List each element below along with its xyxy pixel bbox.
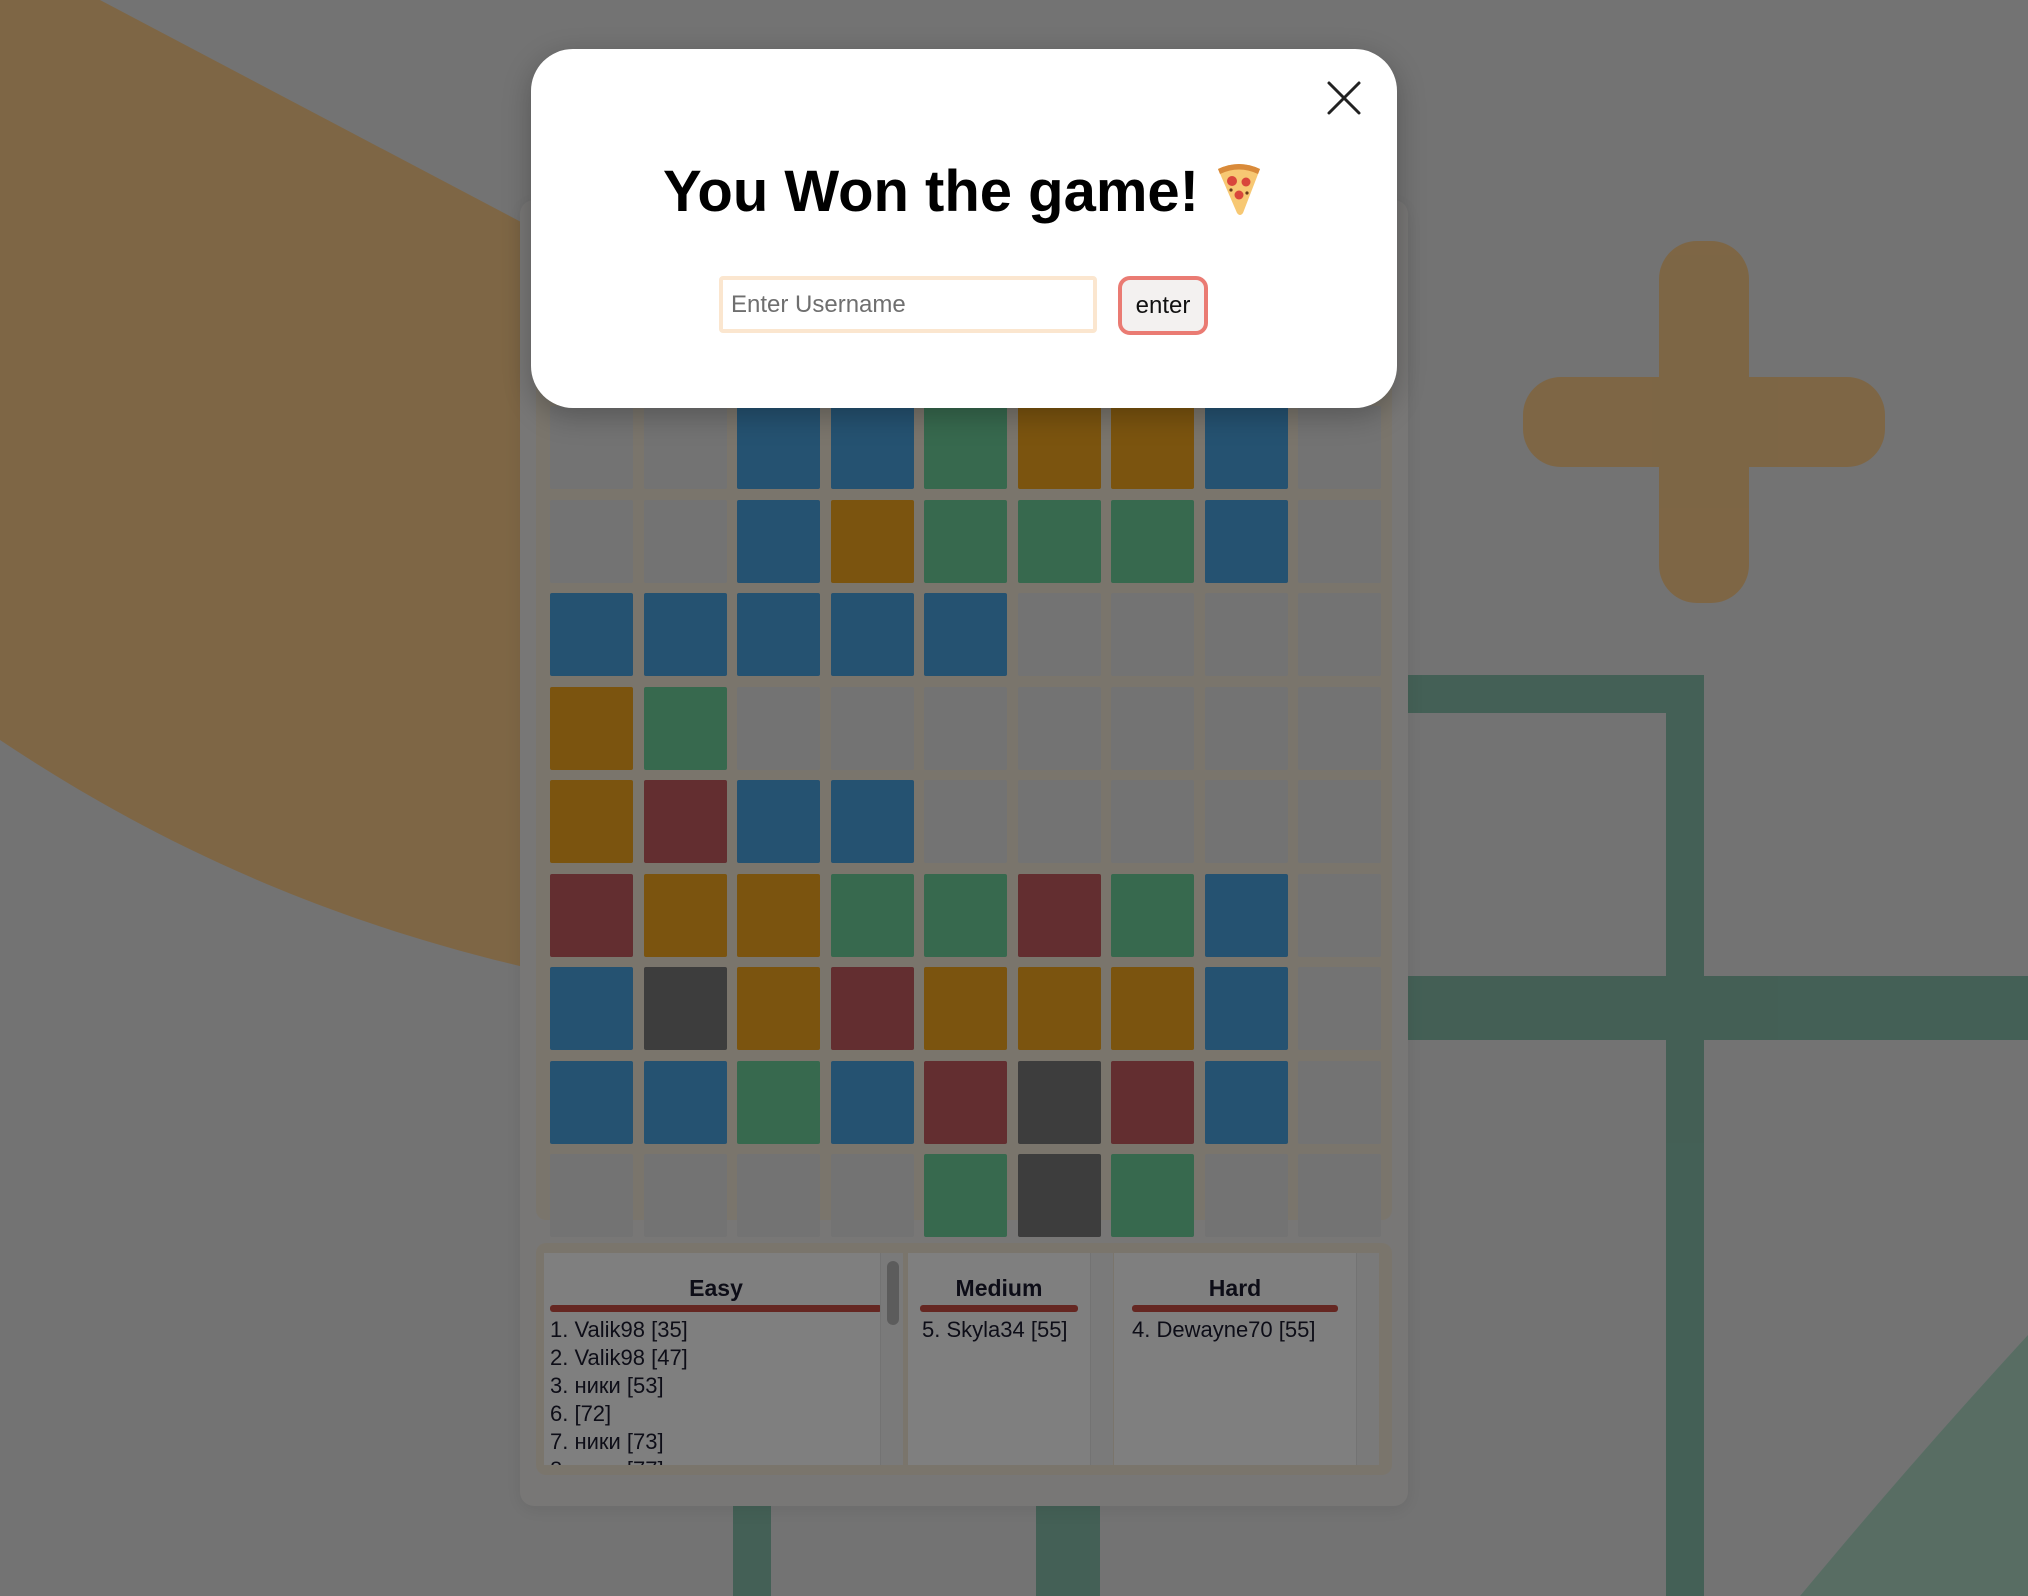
close-button[interactable] (1321, 75, 1367, 121)
win-title: You Won the game! (663, 159, 1199, 224)
pizza-icon (1217, 164, 1260, 215)
close-icon (1327, 81, 1361, 115)
enter-button[interactable]: enter (1118, 276, 1208, 335)
win-dialog: You Won the game! enter (531, 49, 1397, 408)
username-input[interactable] (719, 276, 1097, 333)
win-title-row: You Won the game! (531, 157, 1397, 227)
